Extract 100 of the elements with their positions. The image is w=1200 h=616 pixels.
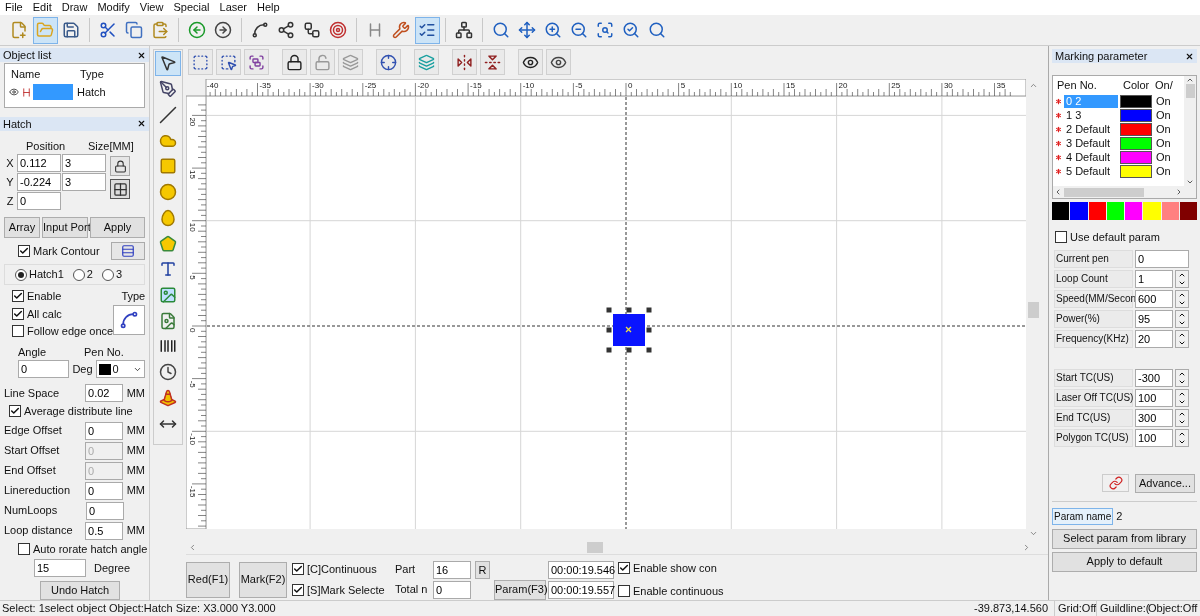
toolbar-button[interactable] [518, 49, 543, 76]
checkbox[interactable] [9, 405, 21, 418]
menu-item[interactable]: Laser [214, 0, 253, 15]
spin-button[interactable] [1175, 368, 1189, 387]
part-field[interactable]: 16 [433, 560, 471, 579]
hatch-type-button[interactable] [113, 304, 146, 335]
checkbox[interactable] [618, 562, 630, 575]
apply-default-button[interactable]: Apply to default [1052, 551, 1197, 572]
apply-button[interactable]: Apply [90, 217, 145, 238]
value-field[interactable]: 0 [86, 501, 124, 520]
value-field[interactable]: 0 [85, 481, 123, 500]
scrollbar-thumb[interactable] [587, 541, 603, 553]
close-icon[interactable] [137, 119, 146, 128]
spin-button[interactable] [1175, 269, 1189, 288]
menu-item[interactable]: Edit [27, 0, 57, 15]
total-field[interactable]: 0 [433, 580, 471, 599]
input-port-button[interactable]: Input Port [42, 217, 88, 238]
scrollbar-thumb[interactable] [1185, 84, 1195, 98]
spin-button[interactable] [1175, 289, 1189, 308]
value-field[interactable]: 0.5 [85, 521, 123, 540]
pen-name[interactable]: 1 3 [1064, 108, 1118, 122]
vertical-scrollbar[interactable] [1184, 76, 1196, 186]
toolbar-button[interactable] [282, 49, 307, 76]
parameter-field[interactable]: 95 [1135, 309, 1173, 328]
radio-button[interactable] [102, 268, 114, 281]
time-field[interactable]: 00:00:19.557 [548, 580, 614, 599]
size-field[interactable]: 3 [62, 154, 106, 172]
parameter-field[interactable]: 300 [1135, 408, 1173, 427]
color-swatch[interactable] [1143, 202, 1161, 220]
position-field[interactable]: -0.224 [17, 173, 61, 191]
lock-button[interactable] [110, 156, 130, 176]
parameter-field[interactable]: 600 [1135, 289, 1173, 308]
color-swatch[interactable] [1052, 202, 1070, 220]
size-field[interactable]: 3 [62, 173, 106, 191]
checkbox[interactable] [618, 584, 630, 597]
time-field[interactable]: 00:00:19.546 [548, 560, 614, 579]
spin-button[interactable] [1175, 329, 1189, 348]
checkbox[interactable] [12, 290, 24, 303]
selection-handles[interactable] [606, 307, 652, 353]
color-swatch[interactable] [1070, 202, 1088, 220]
parameter-field[interactable]: 0 [1135, 249, 1189, 268]
spin-button[interactable] [1175, 408, 1189, 427]
menu-item[interactable]: Modify [92, 0, 135, 15]
pen-name[interactable]: 5 Default [1064, 164, 1118, 178]
checkbox[interactable] [292, 562, 304, 575]
checkbox[interactable] [18, 245, 30, 257]
param-button[interactable]: Param(F3) [494, 579, 546, 600]
menu-item[interactable]: Draw [56, 0, 93, 15]
toolbar-button[interactable] [480, 49, 505, 76]
reset-button[interactable]: R [475, 560, 490, 579]
toolbar-button[interactable] [216, 49, 241, 76]
toolbar-button[interactable] [414, 16, 440, 44]
spin-button[interactable] [1175, 388, 1189, 407]
object-name-cell[interactable] [33, 84, 73, 100]
checkbox[interactable] [1055, 231, 1067, 244]
checkbox[interactable] [292, 584, 304, 597]
toolbar-button[interactable] [546, 49, 571, 76]
rings-button[interactable] [1102, 474, 1129, 492]
array-button[interactable]: Array [4, 217, 40, 238]
mark-button[interactable]: Mark(F2) [239, 561, 287, 598]
rotate-angle-field[interactable]: 15 [34, 559, 86, 577]
pen-name[interactable]: 3 Default [1064, 136, 1118, 150]
parameter-field[interactable]: 100 [1135, 388, 1173, 407]
toolbar-button[interactable] [376, 49, 401, 76]
parameter-field[interactable]: 1 [1135, 269, 1173, 288]
checkbox[interactable] [12, 325, 24, 338]
toolbar-button[interactable] [452, 49, 477, 76]
pen-name[interactable]: 2 Default [1064, 122, 1118, 136]
close-icon[interactable] [137, 50, 146, 60]
spin-button[interactable] [1175, 428, 1189, 447]
radio-button[interactable] [72, 268, 85, 281]
parameter-field[interactable]: -300 [1135, 368, 1173, 387]
color-swatch[interactable] [1125, 202, 1143, 220]
position-field[interactable]: 0 [17, 192, 61, 210]
menu-item[interactable]: Special [168, 0, 215, 15]
menu-item[interactable]: Help [252, 0, 285, 15]
horizontal-scrollbar[interactable] [1053, 186, 1196, 198]
color-swatch[interactable] [1161, 202, 1179, 220]
value-field[interactable]: 0 [85, 421, 123, 440]
checkbox[interactable] [12, 307, 24, 320]
checkbox[interactable] [18, 542, 30, 555]
contour-style-button[interactable] [111, 242, 145, 260]
menu-item[interactable]: View [134, 0, 169, 15]
radio-button[interactable] [15, 268, 27, 281]
position-field[interactable]: 0.112 [17, 154, 61, 172]
menu-item[interactable]: File [0, 0, 28, 15]
anchor-button[interactable] [110, 179, 130, 199]
color-swatch[interactable] [1088, 202, 1106, 220]
undo-hatch-button[interactable]: Undo Hatch [40, 581, 120, 600]
parameter-field[interactable]: 20 [1135, 329, 1173, 348]
scrollbar-thumb[interactable] [1064, 187, 1144, 197]
library-button[interactable]: Select param from library [1052, 528, 1197, 549]
pen-name[interactable]: 4 Default [1064, 150, 1118, 164]
preview-button[interactable]: Red(F1) [186, 561, 230, 598]
line-space-field[interactable]: 0.02 [85, 384, 123, 402]
parameter-field[interactable]: 100 [1135, 428, 1173, 447]
eye-icon[interactable] [9, 87, 19, 97]
color-swatch[interactable] [1106, 202, 1124, 220]
advance-button[interactable]: Advance... [1135, 473, 1195, 493]
pen-dropdown[interactable]: 0 [95, 360, 145, 378]
